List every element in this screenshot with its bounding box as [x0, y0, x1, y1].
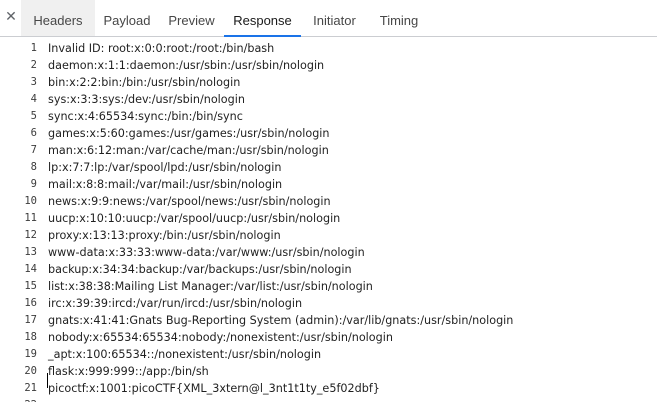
text-cursor: [47, 373, 48, 388]
tab-response[interactable]: Response: [224, 0, 301, 37]
line-number: 20: [24, 365, 37, 377]
code-line: 16 irc:x:39:39:ircd:/var/run/ircd:/usr/sb…: [0, 295, 657, 312]
code-line: 7 man:x:6:12:man:/var/cache/man:/usr/sbin…: [0, 142, 657, 159]
code-line: 1 Invalid ID: root:x:0:0:root:/root:/bin/…: [0, 40, 657, 57]
line-number: 18: [24, 331, 37, 343]
line-text: daemon:x:1:1:daemon:/usr/sbin:/usr/sbin/…: [48, 59, 325, 72]
line-number: 9: [30, 178, 37, 190]
line-number: 22: [0, 397, 37, 402]
code-line: 19 _apt:x:100:65534::/nonexistent:/usr/sb…: [0, 346, 657, 363]
code-line: 8 lp:x:7:7:lp:/var/spool/lpd:/usr/sbin/no…: [0, 159, 657, 176]
code-line: 6 games:x:5:60:games:/usr/games:/usr/sbin…: [0, 125, 657, 142]
line-number: 3: [30, 76, 37, 88]
line-number: 1: [30, 42, 37, 54]
code-line: 17 gnats:x:41:41:Gnats Bug-Reporting Syst…: [0, 312, 657, 329]
line-number: 5: [30, 110, 37, 122]
code-line: 20 flask:x:999:999::/app:/bin/sh: [0, 363, 657, 380]
line-number: 4: [30, 93, 37, 105]
line-number: 17: [24, 314, 37, 326]
code-line: 15 list:x:38:38:Mailing List Manager:/var…: [0, 278, 657, 295]
line-number: 6: [30, 127, 37, 139]
line-number: 12: [24, 229, 37, 241]
tab-initiator[interactable]: Initiator: [301, 0, 368, 36]
code-line: 5 sync:x:4:65534:sync:/bin:/bin/sync: [0, 108, 657, 125]
devtools-tab-bar: ✕ Headers Payload Preview Response Initi…: [0, 0, 657, 37]
line-text: bin:x:2:2:bin:/bin:/usr/sbin/nologin: [48, 76, 241, 89]
line-number: 21: [24, 382, 37, 394]
line-text: flask:x:999:999::/app:/bin/sh: [48, 365, 209, 378]
line-text: sys:x:3:3:sys:/dev:/usr/sbin/nologin: [48, 93, 245, 106]
line-text: uucp:x:10:10:uucp:/var/spool/uucp:/usr/s…: [48, 212, 341, 225]
line-number: 13: [24, 246, 37, 258]
line-text: www-data:x:33:33:www-data:/var/www:/usr/…: [48, 246, 365, 259]
code-line: 9 mail:x:8:8:mail:/var/mail:/usr/sbin/nol…: [0, 176, 657, 193]
line-text: backup:x:34:34:backup:/var/backups:/usr/…: [48, 263, 352, 276]
code-line: 11 uucp:x:10:10:uucp:/var/spool/uucp:/usr…: [0, 210, 657, 227]
tab-preview[interactable]: Preview: [159, 0, 224, 36]
line-number: 10: [24, 195, 37, 207]
line-text: mail:x:8:8:mail:/var/mail:/usr/sbin/nolo…: [48, 178, 283, 191]
line-text: proxy:x:13:13:proxy:/bin:/usr/sbin/nolog…: [48, 229, 281, 242]
tab-timing[interactable]: Timing: [368, 0, 430, 36]
code-line: 13 www-data:x:33:33:www-data:/var/www:/us…: [0, 244, 657, 261]
line-text: news:x:9:9:news:/var/spool/news:/usr/sbi…: [48, 195, 331, 208]
line-text: games:x:5:60:games:/usr/games:/usr/sbin/…: [48, 127, 330, 140]
tab-payload[interactable]: Payload: [95, 0, 159, 36]
line-number: 19: [24, 348, 37, 360]
line-number: 14: [24, 263, 37, 275]
line-number: 16: [24, 297, 37, 309]
line-text: sync:x:4:65534:sync:/bin:/bin/sync: [48, 110, 243, 123]
tab-headers[interactable]: Headers: [21, 0, 95, 36]
line-number: 2: [30, 59, 37, 71]
line-number: 7: [30, 144, 37, 156]
code-line: 4 sys:x:3:3:sys:/dev:/usr/sbin/nologin: [0, 91, 657, 108]
close-icon[interactable]: ✕: [3, 9, 19, 25]
code-line: 3 bin:x:2:2:bin:/bin:/usr/sbin/nologin: [0, 74, 657, 91]
code-line: 18 nobody:x:65534:65534:nobody:/nonexiste…: [0, 329, 657, 346]
response-body-editor[interactable]: 1 Invalid ID: root:x:0:0:root:/root:/bin/…: [0, 37, 657, 402]
line-number: 8: [30, 161, 37, 173]
line-number: 15: [24, 280, 37, 292]
line-text: picoctf:x:1001:picoCTF{XML_3xtern@l_3nt1…: [48, 382, 380, 395]
code-line: 12 proxy:x:13:13:proxy:/bin:/usr/sbin/nol…: [0, 227, 657, 244]
line-text: nobody:x:65534:65534:nobody:/nonexistent…: [48, 331, 393, 344]
line-text: lp:x:7:7:lp:/var/spool/lpd:/usr/sbin/nol…: [48, 161, 282, 174]
code-line: 10 news:x:9:9:news:/var/spool/news:/usr/s…: [0, 193, 657, 210]
line-number: 11: [24, 212, 37, 224]
line-text: gnats:x:41:41:Gnats Bug-Reporting System…: [48, 314, 514, 327]
line-text: list:x:38:38:Mailing List Manager:/var/l…: [48, 280, 373, 293]
line-text: _apt:x:100:65534::/nonexistent:/usr/sbin…: [48, 348, 322, 361]
code-line: 14 backup:x:34:34:backup:/var/backups:/us…: [0, 261, 657, 278]
line-text: man:x:6:12:man:/var/cache/man:/usr/sbin/…: [48, 144, 329, 157]
code-line: 22: [0, 397, 657, 402]
code-line: 2 daemon:x:1:1:daemon:/usr/sbin:/usr/sbin…: [0, 57, 657, 74]
line-text: Invalid ID: root:x:0:0:root:/root:/bin/b…: [48, 42, 275, 55]
line-text: irc:x:39:39:ircd:/var/run/ircd:/usr/sbin…: [48, 297, 303, 310]
code-line: 21 picoctf:x:1001:picoCTF{XML_3xtern@l_3n…: [0, 380, 657, 397]
